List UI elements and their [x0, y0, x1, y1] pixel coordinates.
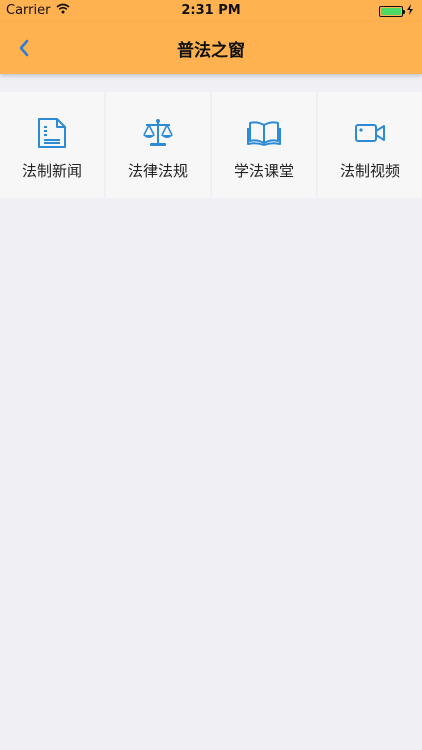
page-title: 普法之窗: [177, 41, 245, 61]
scales-icon: [141, 116, 175, 150]
menu-label: 法制视频: [339, 162, 400, 180]
document-icon: [37, 116, 67, 150]
menu-label: 法制新闻: [21, 162, 82, 180]
status-time: 2:31 PM: [181, 3, 241, 18]
feature-menu: 法制新闻 法律法规 学法课堂 法制视频: [0, 92, 422, 198]
open-book-icon: [247, 116, 281, 150]
menu-label: 法律法规: [127, 162, 188, 180]
menu-item-laws-regulations[interactable]: 法律法规: [106, 92, 210, 198]
menu-label: 学法课堂: [233, 162, 294, 180]
video-camera-icon: [354, 116, 386, 150]
battery-icon: [379, 6, 405, 17]
menu-item-legal-news[interactable]: 法制新闻: [0, 92, 104, 198]
battery-group: [379, 4, 414, 19]
status-bar: Carrier 2:31 PM: [0, 0, 422, 22]
charging-icon: [406, 4, 414, 19]
nav-bar: 普法之窗: [0, 22, 422, 74]
menu-item-legal-videos[interactable]: 法制视频: [318, 92, 422, 198]
menu-item-law-classroom[interactable]: 学法课堂: [212, 92, 316, 198]
